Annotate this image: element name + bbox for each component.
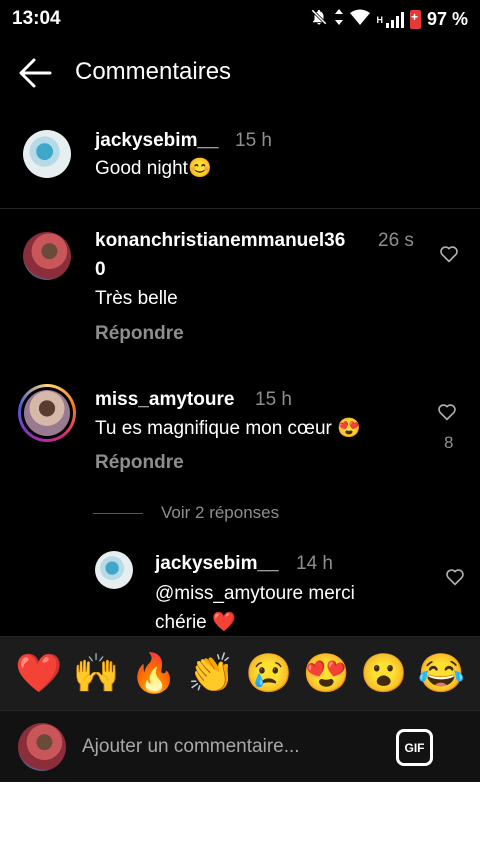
view-replies-button[interactable]: Voir 2 réponses (93, 503, 279, 523)
comment-username-wrap[interactable]: 0 (95, 259, 106, 281)
data-arrows-icon (334, 8, 344, 31)
caption-username[interactable]: jackysebim__ (95, 130, 219, 152)
avatar[interactable] (23, 232, 71, 280)
like-count: 8 (444, 433, 454, 452)
gif-button[interactable]: GIF (396, 729, 433, 766)
comment-username[interactable]: miss_amytoure (95, 389, 234, 411)
emoji-bar: ❤️ 🙌 🔥 👏 😢 😍 😮 😂 (0, 636, 480, 710)
avatar[interactable] (23, 130, 71, 178)
comment-input[interactable]: Ajouter un commentaire... (82, 736, 300, 758)
comment-time: 26 s (378, 230, 414, 251)
emoji-heart[interactable]: ❤️ (15, 655, 62, 693)
signal-icon (385, 11, 404, 28)
avatar (18, 723, 66, 771)
reply-button[interactable]: Répondre (95, 452, 184, 474)
emoji-laughing[interactable]: 😂 (418, 655, 465, 693)
notifications-muted-icon (310, 8, 328, 31)
like-heart-icon[interactable] (445, 568, 465, 586)
emoji-fire[interactable]: 🔥 (130, 655, 177, 693)
comment-text: Très belle (95, 288, 178, 309)
emoji-clap[interactable]: 👏 (188, 655, 235, 693)
back-arrow-icon[interactable] (16, 54, 54, 92)
divider (0, 208, 480, 209)
comment-username[interactable]: konanchristianemmanuel36 (95, 230, 345, 252)
battery-icon (409, 10, 421, 29)
status-bar: 13:04 H 97 % (0, 0, 480, 38)
reply-button[interactable]: Répondre (95, 323, 184, 345)
comments-screen: 13:04 H 97 % Commentaires jac (0, 0, 480, 782)
avatar[interactable] (24, 390, 70, 436)
network-type-label: H (376, 14, 383, 25)
comment-input-bar: Ajouter un commentaire... GIF (0, 710, 480, 782)
emoji-surprised[interactable]: 😮 (360, 655, 407, 693)
avatar[interactable] (95, 551, 133, 589)
emoji-heart-eyes[interactable]: 😍 (303, 655, 350, 693)
comment-time: 15 h (255, 389, 292, 410)
wifi-icon (350, 9, 371, 30)
caption-time: 15 h (235, 130, 272, 151)
reply-username[interactable]: jackysebim__ (155, 553, 279, 575)
reply-time: 14 h (296, 553, 333, 574)
reply-text-wrap: chérie ❤️ (155, 612, 236, 633)
page-title: Commentaires (75, 58, 232, 85)
like-heart-icon[interactable] (439, 245, 459, 263)
like-heart-icon[interactable] (437, 403, 457, 421)
status-icons: H 97 % (310, 8, 468, 31)
reply-text: @miss_amytoure merci (155, 583, 355, 604)
header: Commentaires (0, 44, 480, 102)
view-replies-label: Voir 2 réponses (161, 503, 280, 522)
caption-text: Good night😊 (95, 158, 212, 179)
battery-percent: 97 % (426, 9, 468, 29)
emoji-crying[interactable]: 😢 (245, 655, 292, 693)
status-time: 13:04 (12, 8, 61, 29)
comment-text: Tu es magnifique mon cœur 😍 (95, 418, 361, 439)
emoji-raised-hands[interactable]: 🙌 (73, 655, 120, 693)
